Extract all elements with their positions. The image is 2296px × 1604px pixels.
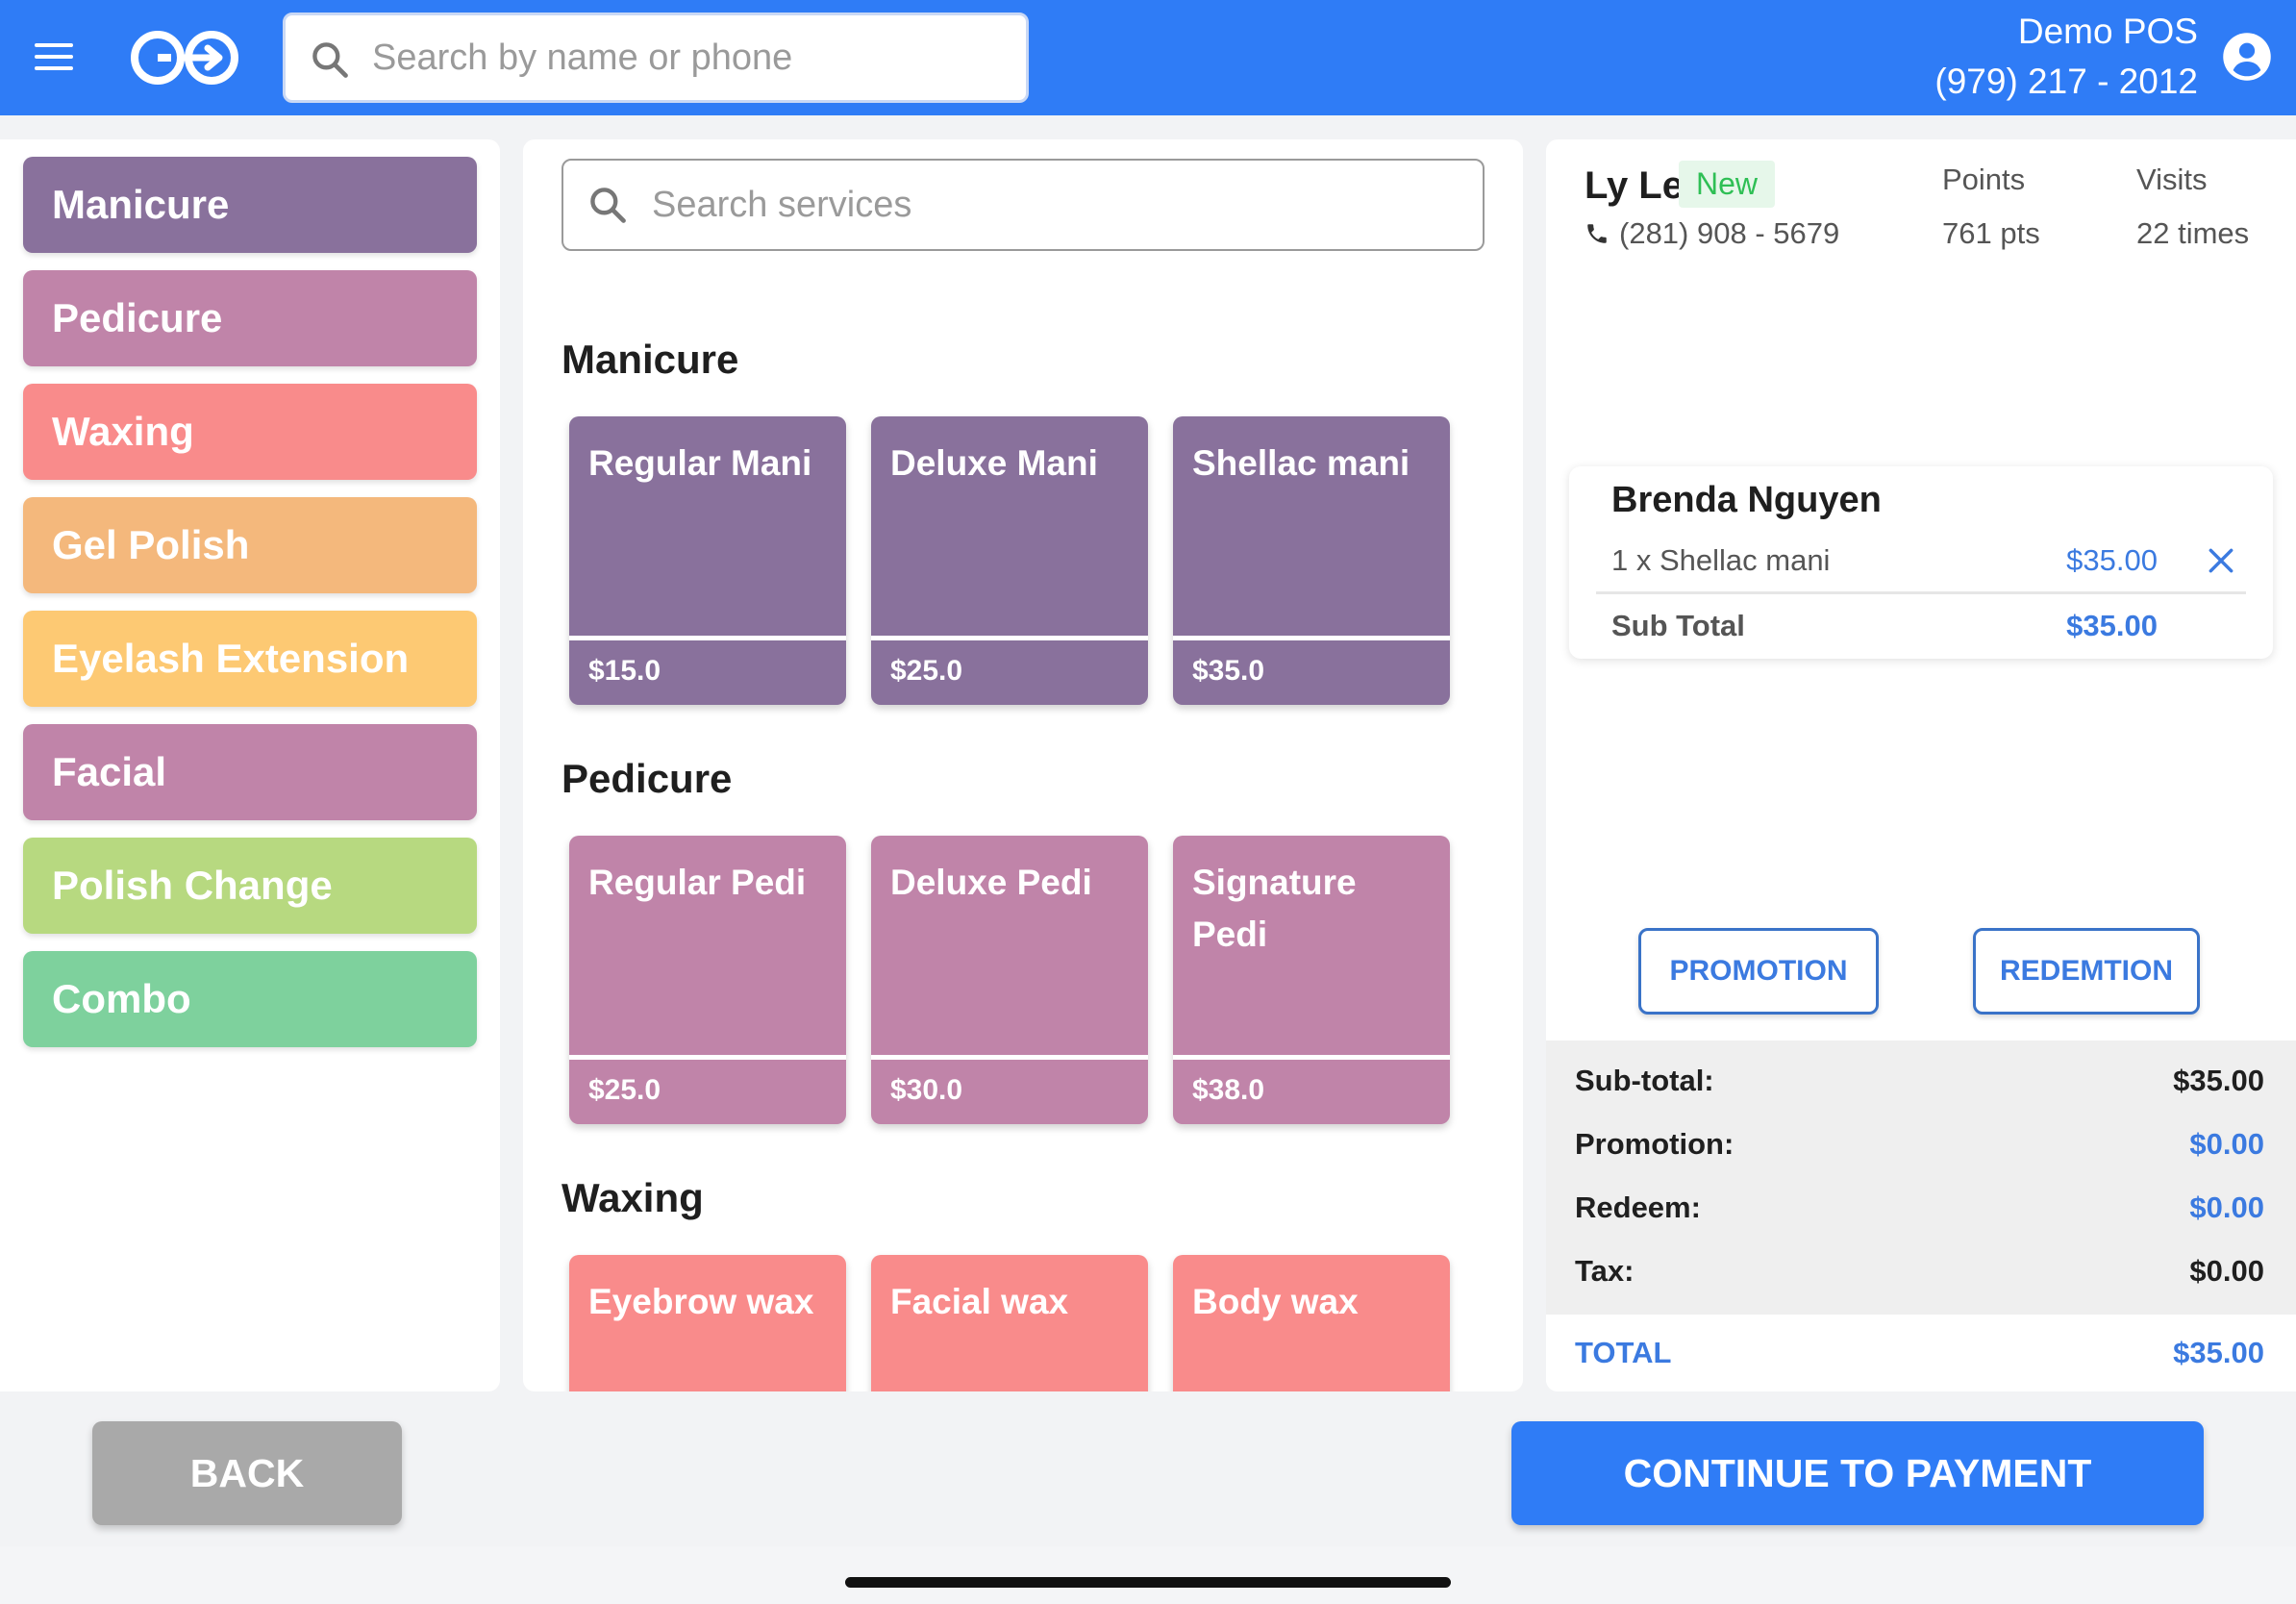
section-title-manicure: Manicure — [562, 337, 739, 382]
category-combo-button[interactable]: Combo — [23, 951, 477, 1047]
category-pedicure-button[interactable]: Pedicure — [23, 270, 477, 366]
service-name: Deluxe Mani — [890, 443, 1098, 483]
service-name: Body wax — [1192, 1282, 1359, 1321]
category-gel-polish-button[interactable]: Gel Polish — [23, 497, 477, 593]
technician-ticket-card: Brenda Nguyen 1 x Shellac mani $35.00 Su… — [1569, 466, 2273, 659]
service-name: Eyebrow wax — [588, 1282, 814, 1321]
new-customer-badge: New — [1679, 161, 1776, 208]
summary-subtotal-value: $35.00 — [2173, 1064, 2264, 1097]
service-price: $35.0 — [1192, 655, 1265, 687]
category-waxing-button[interactable]: Waxing — [23, 384, 477, 480]
summary-promotion-value: $0.00 — [2189, 1127, 2264, 1161]
promotion-button[interactable]: PROMOTION — [1638, 928, 1879, 1015]
customer-name[interactable]: Ly Le — [1585, 164, 1684, 208]
visits-value: 22 times — [2136, 216, 2250, 250]
technician-name[interactable]: Brenda Nguyen — [1611, 480, 1882, 521]
summary-redeem-label: Redeem: — [1575, 1190, 1701, 1224]
category-manicure-button[interactable]: Manicure — [23, 157, 477, 253]
customer-phone: (281) 908 - 5679 — [1619, 216, 1840, 250]
service-price: $25.0 — [890, 655, 963, 687]
service-search-box[interactable] — [562, 159, 1485, 251]
app-logo-icon — [131, 31, 238, 85]
service-card-regular-pedi[interactable]: Regular Pedi $25.0 — [569, 836, 846, 1124]
hamburger-menu-icon[interactable] — [35, 43, 73, 72]
ticket-subtotal-label: Sub Total — [1611, 609, 1745, 642]
account-profile-icon[interactable] — [2221, 31, 2273, 83]
redemption-button[interactable]: REDEMTION — [1973, 928, 2200, 1015]
service-price: $25.0 — [588, 1074, 661, 1106]
total-label: TOTAL — [1575, 1336, 1672, 1369]
category-panel: Manicure Pedicure Waxing Gel Polish Eyel… — [0, 139, 500, 1391]
order-summary: Sub-total: $35.00 Promotion: $0.00 Redee… — [1546, 1040, 2296, 1315]
ticket-panel: Ly Le New (281) 908 - 5679 Points 761 pt… — [1546, 139, 2296, 1391]
service-divider — [871, 1055, 1148, 1060]
ticket-line-item[interactable]: 1 x Shellac mani — [1611, 543, 1830, 578]
service-price: $38.0 — [1192, 1074, 1265, 1106]
service-card-eyebrow-wax[interactable]: Eyebrow wax — [569, 1255, 846, 1391]
service-card-facial-wax[interactable]: Facial wax — [871, 1255, 1148, 1391]
service-divider — [871, 636, 1148, 640]
store-name: Demo POS — [2017, 12, 2198, 51]
service-divider — [1173, 1055, 1450, 1060]
top-app-bar: Demo POS (979) 217 - 2012 — [0, 0, 2296, 115]
category-eyelash-extension-button[interactable]: Eyelash Extension — [23, 611, 477, 707]
points-value: 761 pts — [1942, 216, 2040, 250]
service-name: Deluxe Pedi — [890, 863, 1092, 902]
service-card-body-wax[interactable]: Body wax — [1173, 1255, 1450, 1391]
service-divider — [569, 636, 846, 640]
service-card-deluxe-pedi[interactable]: Deluxe Pedi $30.0 — [871, 836, 1148, 1124]
customer-search-input[interactable] — [372, 15, 1007, 100]
store-phone: (979) 217 - 2012 — [1934, 62, 2198, 101]
customer-search-box[interactable] — [283, 13, 1029, 103]
summary-tax-label: Tax: — [1575, 1254, 1635, 1288]
service-card-deluxe-mani[interactable]: Deluxe Mani $25.0 — [871, 416, 1148, 705]
back-button[interactable]: BACK — [92, 1421, 402, 1525]
category-polish-change-button[interactable]: Polish Change — [23, 838, 477, 934]
summary-tax-value: $0.00 — [2189, 1254, 2264, 1288]
category-facial-button[interactable]: Facial — [23, 724, 477, 820]
section-title-waxing: Waxing — [562, 1175, 704, 1220]
ticket-divider — [1596, 591, 2246, 594]
customer-phone-row: (281) 908 - 5679 — [1585, 216, 1839, 251]
search-icon — [312, 42, 348, 78]
services-panel: Manicure Regular Mani $15.0 Deluxe Mani … — [523, 139, 1523, 1391]
service-name: Shellac mani — [1192, 443, 1410, 483]
close-icon[interactable] — [2206, 545, 2236, 576]
summary-redeem-value: $0.00 — [2189, 1190, 2264, 1224]
ticket-subtotal-value: $35.00 — [2066, 609, 2158, 642]
search-icon — [590, 188, 626, 223]
bottom-safe-area — [0, 1546, 2296, 1604]
section-title-pedicure: Pedicure — [562, 756, 733, 801]
service-search-input[interactable] — [652, 161, 1460, 249]
total-row: TOTAL $35.00 — [1546, 1315, 2296, 1391]
service-name: Signature Pedi — [1192, 863, 1357, 954]
service-name: Regular Mani — [588, 443, 812, 483]
service-card-regular-mani[interactable]: Regular Mani $15.0 — [569, 416, 846, 705]
continue-to-payment-button[interactable]: CONTINUE TO PAYMENT — [1511, 1421, 2204, 1525]
service-card-shellac-mani[interactable]: Shellac mani $35.0 — [1173, 416, 1450, 705]
home-indicator[interactable] — [845, 1577, 1451, 1588]
service-divider — [569, 1055, 846, 1060]
visits-label: Visits — [2136, 163, 2208, 196]
summary-promotion-label: Promotion: — [1575, 1127, 1734, 1161]
service-card-signature-pedi[interactable]: Signature Pedi $38.0 — [1173, 836, 1450, 1124]
summary-subtotal-label: Sub-total: — [1575, 1064, 1714, 1097]
service-divider — [1173, 636, 1450, 640]
total-value: $35.00 — [2173, 1336, 2264, 1369]
service-name: Facial wax — [890, 1282, 1069, 1321]
ticket-line-price: $35.00 — [2066, 543, 2158, 577]
points-label: Points — [1942, 163, 2026, 196]
service-price: $15.0 — [588, 655, 661, 687]
phone-icon — [1587, 224, 1607, 243]
service-name: Regular Pedi — [588, 863, 807, 902]
service-price: $30.0 — [890, 1074, 963, 1106]
